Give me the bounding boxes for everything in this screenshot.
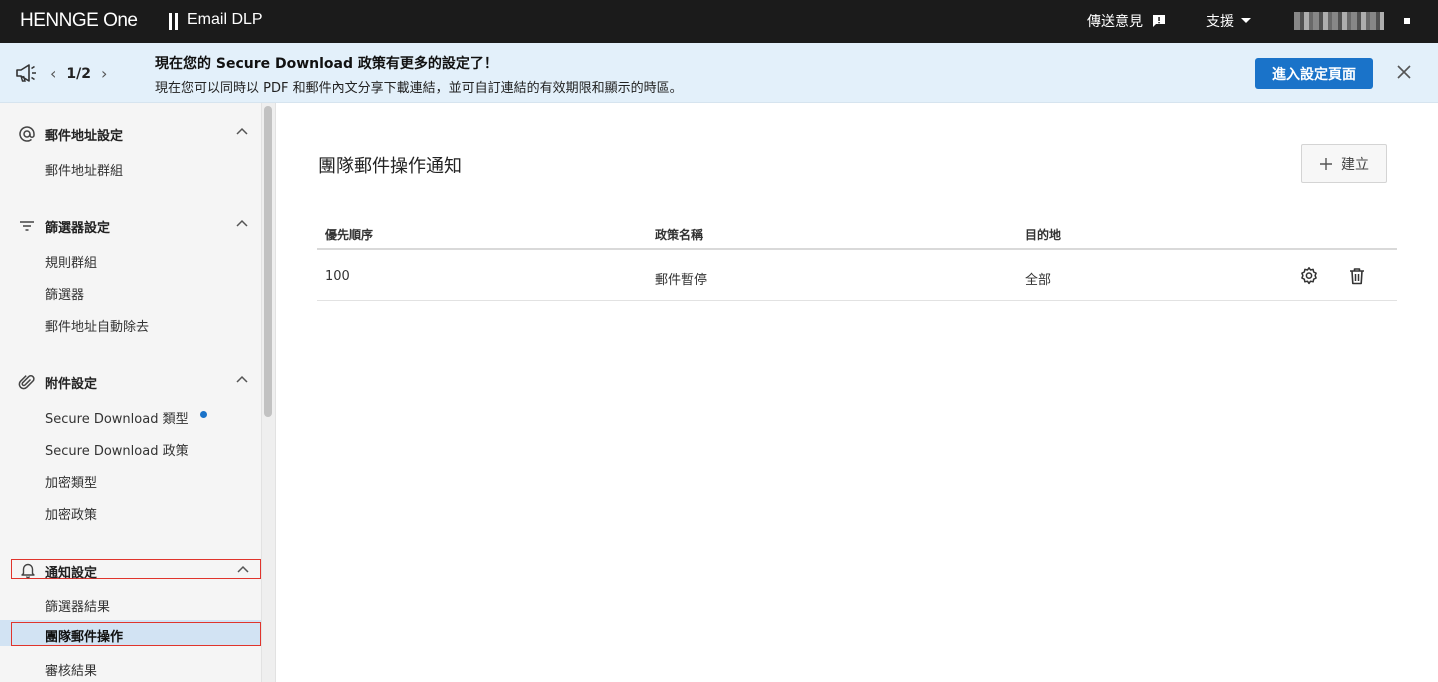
banner-description: 現在您可以同時以 PDF 和郵件內文分享下載連結，並可自訂連結的有效期限和顯示的… <box>155 81 683 96</box>
sidebar-item-encryption-policy[interactable]: 加密政策 <box>0 499 261 525</box>
chevron-up-icon[interactable] <box>236 375 248 383</box>
chevron-up-icon[interactable] <box>236 127 248 135</box>
create-label: 建立 <box>1341 156 1369 173</box>
sidebar-item-label: 團隊郵件操作 <box>45 630 124 645</box>
at-icon <box>19 126 35 142</box>
sidebar-section-email-address[interactable]: 郵件地址設定 <box>0 118 261 148</box>
feedback-label: 傳送意見 <box>1087 14 1143 30</box>
sidebar-section-label: 篩選器設定 <box>45 221 111 236</box>
chevron-up-icon[interactable] <box>236 219 248 227</box>
support-label: 支援 <box>1206 14 1234 30</box>
top-bar: HENNGE One Email DLP 傳送意見 支援 <box>0 0 1438 43</box>
column-header-destination[interactable]: 目的地 <box>1025 226 1061 243</box>
sidebar-section-label: 郵件地址設定 <box>45 129 124 144</box>
sidebar-item-label: 規則群組 <box>45 256 98 271</box>
sidebar-item-label: 審核結果 <box>45 664 98 679</box>
sidebar-item-label: Secure Download 類型 <box>45 412 189 427</box>
henngeone-logo[interactable]: HENNGE One <box>20 10 138 32</box>
go-to-settings-button[interactable]: 進入設定頁面 <box>1255 58 1373 89</box>
column-header-policy-name[interactable]: 政策名稱 <box>655 226 703 243</box>
sidebar-section-label: 通知設定 <box>45 566 98 581</box>
sidebar-section-filter[interactable]: 篩選器設定 <box>0 210 261 240</box>
chevron-left-icon[interactable]: ‹ <box>50 64 56 83</box>
sidebar-item-secure-download-policy[interactable]: Secure Download 政策 <box>0 435 261 461</box>
feedback-icon <box>1153 15 1165 27</box>
page-title: 團隊郵件操作通知 <box>318 156 462 177</box>
banner-pager: ‹ 1/2 › <box>50 64 107 83</box>
support-menu[interactable]: 支援 <box>1206 11 1252 31</box>
column-header-priority[interactable]: 優先順序 <box>325 226 373 243</box>
sidebar-item-label: 加密類型 <box>45 476 98 491</box>
cell-policy-name: 郵件暫停 <box>655 273 708 288</box>
cell-destination: 全部 <box>1025 273 1052 288</box>
trash-icon[interactable] <box>1347 266 1367 286</box>
caret-down-icon <box>1241 18 1251 23</box>
paperclip-icon <box>18 375 35 390</box>
sidebar-item-label: 篩選器結果 <box>45 600 111 615</box>
plus-icon <box>1320 157 1332 170</box>
new-indicator-dot <box>200 411 207 418</box>
sidebar-item-label: Secure Download 政策 <box>45 444 189 459</box>
megaphone-icon <box>16 64 36 82</box>
sidebar-item-filters[interactable]: 篩選器 <box>0 279 261 305</box>
sidebar-item-rule-group[interactable]: 規則群組 <box>0 247 261 273</box>
close-icon[interactable] <box>1397 65 1411 79</box>
sidebar-section-notification[interactable]: 通知設定 <box>11 559 261 581</box>
sidebar-section-attachment[interactable]: 附件設定 <box>0 366 261 396</box>
banner-title: 現在您的 Secure Download 政策有更多的設定了！ <box>155 56 498 72</box>
sidebar-item-encryption-type[interactable]: 加密類型 <box>0 467 261 493</box>
gear-icon[interactable] <box>1299 266 1319 286</box>
sidebar-item-team-mail-operations[interactable]: 團隊郵件操作 <box>0 620 261 646</box>
filter-icon <box>20 221 34 231</box>
sidebar-item-filter-results[interactable]: 篩選器結果 <box>0 591 261 617</box>
table-header: 優先順序 政策名稱 目的地 <box>317 219 1397 250</box>
sidebar: 郵件地址設定 郵件地址群組 篩選器設定 規則群組 篩選器 郵件地址自動除去 附件… <box>0 103 276 682</box>
sidebar-item-label: 篩選器 <box>45 288 85 303</box>
sidebar-item-label: 加密政策 <box>45 508 98 523</box>
bell-icon <box>21 563 35 579</box>
create-button[interactable]: 建立 <box>1301 144 1387 183</box>
sidebar-item-auto-remove-address[interactable]: 郵件地址自動除去 <box>0 311 261 337</box>
user-account-name[interactable] <box>1294 12 1384 30</box>
feedback-button[interactable]: 傳送意見 <box>1087 11 1167 31</box>
announcement-banner: ‹ 1/2 › 現在您的 Secure Download 政策有更多的設定了！ … <box>0 43 1438 103</box>
sidebar-scroll-thumb[interactable] <box>264 106 272 417</box>
table-row: 100 郵件暫停 全部 <box>317 251 1397 301</box>
user-menu-icon[interactable] <box>1404 18 1410 24</box>
chevron-up-icon[interactable] <box>237 565 249 573</box>
sidebar-item-label: 郵件地址自動除去 <box>45 320 150 335</box>
sidebar-item-label: 郵件地址群組 <box>45 164 124 179</box>
product-separator-icon <box>169 13 179 30</box>
sidebar-item-email-address-group[interactable]: 郵件地址群組 <box>0 155 261 181</box>
sidebar-section-label: 附件設定 <box>45 377 98 392</box>
sidebar-item-secure-download-type[interactable]: Secure Download 類型 <box>0 403 261 429</box>
pager-text: 1/2 <box>66 65 92 82</box>
cell-priority: 100 <box>325 269 350 284</box>
sidebar-item-review-results[interactable]: 審核結果 <box>0 655 261 681</box>
chevron-right-icon[interactable]: › <box>101 64 107 83</box>
product-name: Email DLP <box>187 11 263 28</box>
